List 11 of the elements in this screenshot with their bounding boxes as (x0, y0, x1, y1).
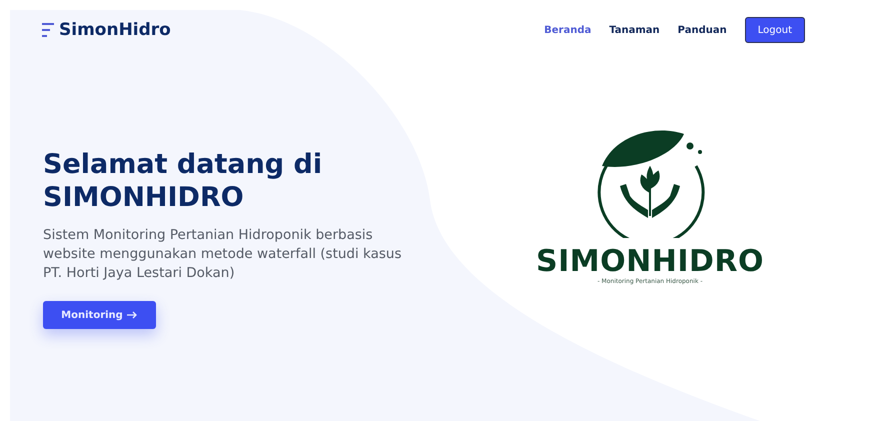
nav-link[interactable]: Beranda (544, 24, 592, 36)
menu-icon (42, 22, 54, 38)
hero-description: Sistem Monitoring Pertanian Hidroponik berbasis website menggunakan metode waterfall (studi kasus PT. Horti Jaya Lestari Dokan) (43, 226, 403, 283)
nav-link[interactable]: Tanaman (609, 24, 660, 36)
monitoring-button[interactable]: Monitoring (43, 301, 156, 329)
arrow-right-icon (126, 311, 138, 319)
brand-name[interactable]: SimonHidro (59, 20, 171, 40)
hero-title: Selamat datang di SIMONHIDRO (43, 148, 324, 214)
logo-wordmark: SIMONHIDRO (536, 246, 764, 278)
nav-link[interactable]: Panduan (678, 24, 727, 36)
logout-button[interactable]: Logout (744, 17, 805, 43)
